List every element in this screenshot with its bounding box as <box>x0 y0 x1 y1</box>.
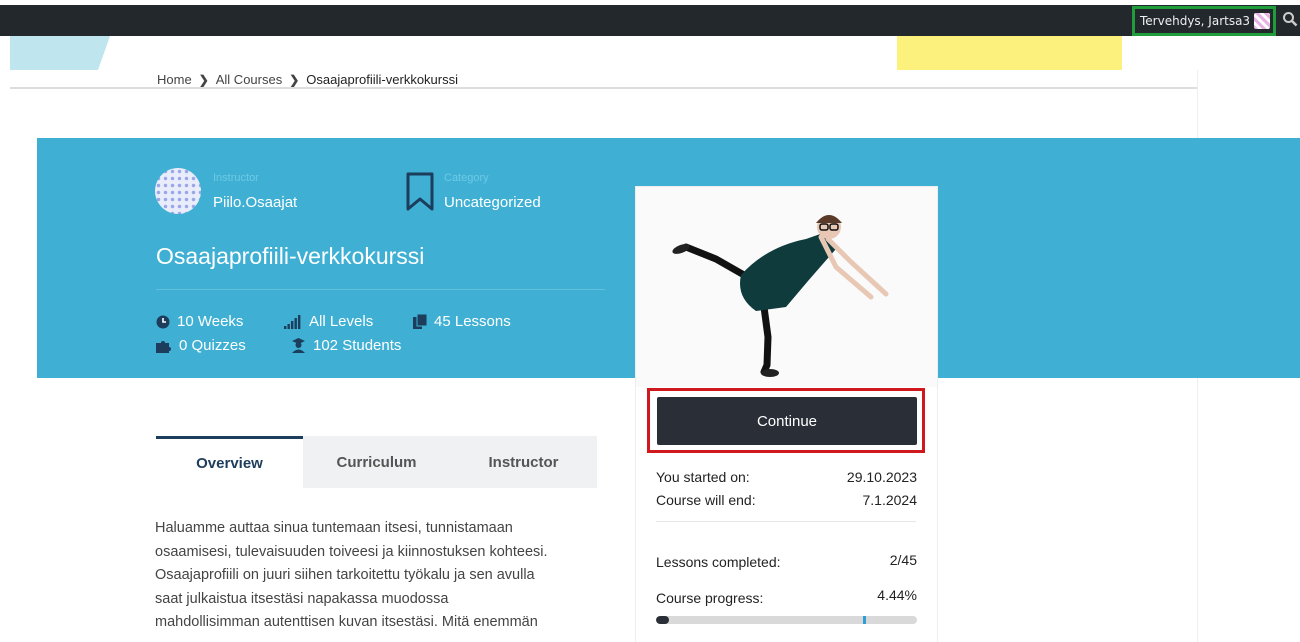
stat-students: 102 Students <box>291 337 401 354</box>
overview-line: osaamisesi, tulevaisuuden toiveesi ja ki… <box>155 543 548 560</box>
course-progress-value: 4.44% <box>877 587 917 603</box>
stat-quizzes-text: 0 Quizzes <box>179 337 246 354</box>
end-label: Course will end: <box>656 492 756 508</box>
greeting-text: Tervehdys, Jartsa3 <box>1140 14 1251 28</box>
overview-text: Haluamme auttaa sinua tuntemaan itsesi, … <box>155 517 605 635</box>
started-value: 29.10.2023 <box>846 469 917 485</box>
stat-level-text: All Levels <box>309 313 374 330</box>
stat-quizzes: 0 Quizzes <box>156 337 246 354</box>
breadcrumb: Home ❯ All Courses ❯ Osaajaprofiili-verk… <box>157 72 458 87</box>
puzzle-icon <box>156 341 171 353</box>
course-progress-fill <box>656 616 670 624</box>
user-avatar <box>1254 13 1271 29</box>
stat-duration-text: 10 Weeks <box>177 313 244 330</box>
end-value: 7.1.2024 <box>862 492 918 508</box>
breadcrumb-home-link[interactable]: Home <box>157 72 192 87</box>
lessons-completed-label: Lessons completed: <box>656 554 781 570</box>
instructor-name[interactable]: Piilo.Osaajat <box>213 194 297 211</box>
started-label: You started on: <box>656 469 750 485</box>
search-icon[interactable] <box>1282 11 1298 27</box>
chevron-right-icon: ❯ <box>198 72 209 87</box>
course-progress-label: Course progress: <box>656 590 764 606</box>
graduate-icon <box>292 338 305 353</box>
stat-students-text: 102 Students <box>313 337 402 354</box>
tab-overview[interactable]: Overview <box>156 436 303 488</box>
progress-marker <box>863 616 866 624</box>
admin-bar <box>0 5 1300 36</box>
stat-lessons: 45 Lessons <box>413 313 511 330</box>
tab-curriculum[interactable]: Curriculum <box>303 436 450 488</box>
course-title: Osaajaprofiili-verkkokurssi <box>156 243 425 269</box>
copy-icon <box>413 314 427 329</box>
decorative-yellow-banner <box>897 36 1122 70</box>
breadcrumb-divider <box>10 87 1197 89</box>
breadcrumb-all-courses-link[interactable]: All Courses <box>216 72 282 87</box>
course-tabs: Overview Curriculum Instructor <box>156 436 597 488</box>
stat-duration: 10 Weeks <box>156 313 243 330</box>
user-greeting-menu[interactable]: Tervehdys, Jartsa3 <box>1132 6 1276 36</box>
tab-instructor[interactable]: Instructor <box>450 436 597 488</box>
course-thumbnail-image <box>636 187 937 387</box>
chevron-right-icon: ❯ <box>289 72 300 87</box>
continue-button[interactable]: Continue <box>657 397 917 445</box>
instructor-avatar[interactable] <box>155 168 201 214</box>
overview-line: Haluamme auttaa sinua tuntemaan itsesi, … <box>155 520 513 536</box>
hero-divider <box>156 289 605 290</box>
stat-lessons-text: 45 Lessons <box>434 313 511 330</box>
overview-line: mahdollisimman autenttisen kuvan itsestä… <box>155 614 538 630</box>
course-thumbnail-illustration <box>636 187 937 387</box>
clock-icon <box>156 315 170 328</box>
bookmark-icon <box>406 172 434 211</box>
category-name[interactable]: Uncategorized <box>444 194 541 211</box>
overview-line: Osaajaprofiili on juuri siihen tarkoitet… <box>155 567 535 583</box>
breadcrumb-current: Osaajaprofiili-verkkokurssi <box>306 72 458 87</box>
stat-level: All Levels <box>284 313 373 330</box>
instructor-label: Instructor <box>213 172 259 184</box>
decorative-banner-shape <box>10 36 110 70</box>
signal-bars-icon <box>284 314 301 329</box>
course-progress-bar <box>656 616 917 624</box>
category-label: Category <box>444 172 489 184</box>
overview-line: saat julkaistua itsestäsi napakassa muod… <box>155 590 449 607</box>
lessons-completed-value: 2/45 <box>889 552 917 568</box>
card-divider <box>656 521 916 522</box>
